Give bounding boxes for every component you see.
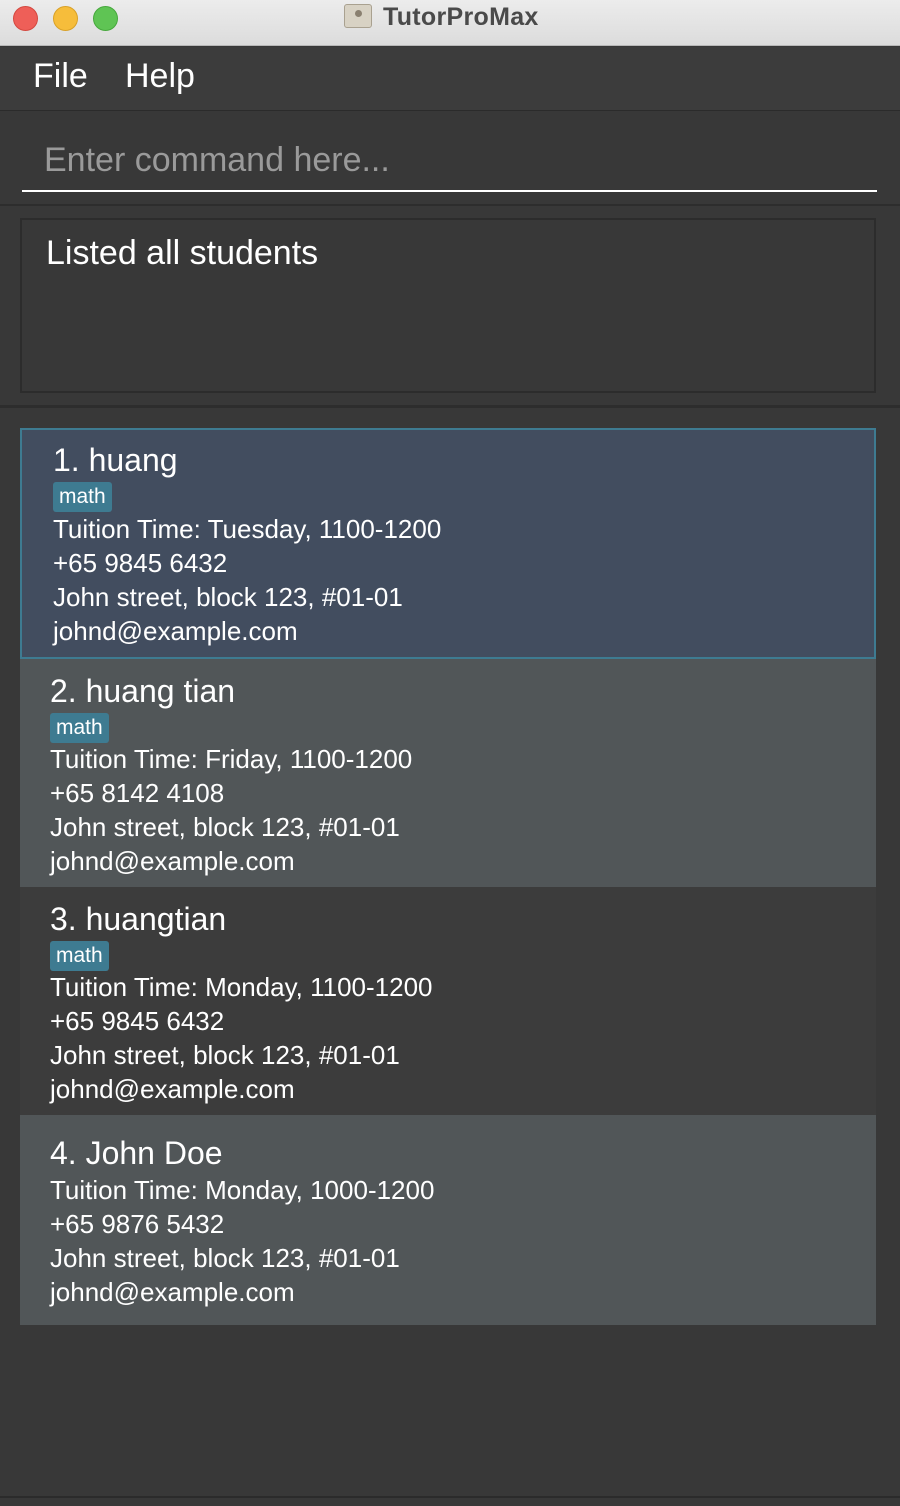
email: johnd@example.com [50,1277,295,1307]
address: John street, block 123, #01-01 [50,1040,400,1070]
student-name: 3. huangtian [50,901,227,937]
email: johnd@example.com [50,1074,295,1104]
title-bar: TutorProMax [0,0,900,46]
close-window-button[interactable] [13,6,38,31]
address: John street, block 123, #01-01 [50,812,400,842]
menu-bar: File Help [0,47,900,111]
result-display: Listed all students [20,218,876,393]
menu-file[interactable]: File [33,57,88,96]
student-card[interactable]: 3. huangtian math Tuition Time: Monday, … [20,887,876,1115]
student-name: 1. huang [53,442,178,478]
tuition-time: Tuition Time: Friday, 1100-1200 [50,744,413,774]
student-name: 4. John Doe [50,1135,223,1171]
subject-tag: math [50,713,109,743]
student-name: 2. huang tian [50,673,236,709]
app-icon [344,4,372,28]
student-list: 1. huang math Tuition Time: Tuesday, 110… [20,428,876,1325]
tuition-time: Tuition Time: Monday, 1000-1200 [50,1175,435,1205]
student-card[interactable]: 2. huang tian math Tuition Time: Friday,… [20,659,876,887]
address: John street, block 123, #01-01 [50,1243,400,1273]
phone-number: +65 9876 5432 [50,1209,225,1239]
menu-help[interactable]: Help [125,57,195,96]
address: John street, block 123, #01-01 [53,582,403,612]
phone-number: +65 9845 6432 [50,1006,225,1036]
tuition-time: Tuition Time: Tuesday, 1100-1200 [53,514,442,544]
phone-number: +65 8142 4108 [50,778,225,808]
phone-number: +65 9845 6432 [53,548,228,578]
student-card[interactable]: 4. John Doe Tuition Time: Monday, 1000-1… [20,1115,876,1325]
status-bar-divider [0,1496,900,1498]
tuition-time: Tuition Time: Monday, 1100-1200 [50,972,433,1002]
email: johnd@example.com [50,846,295,876]
command-input[interactable] [22,130,877,192]
subject-tag: math [53,482,112,512]
divider [0,405,900,408]
result-message: Listed all students [46,234,319,272]
email: johnd@example.com [53,616,298,646]
command-area [0,112,900,206]
minimize-window-button[interactable] [53,6,78,31]
window-title: TutorProMax [383,3,539,31]
student-card[interactable]: 1. huang math Tuition Time: Tuesday, 110… [20,428,876,659]
subject-tag: math [50,941,109,971]
zoom-window-button[interactable] [93,6,118,31]
